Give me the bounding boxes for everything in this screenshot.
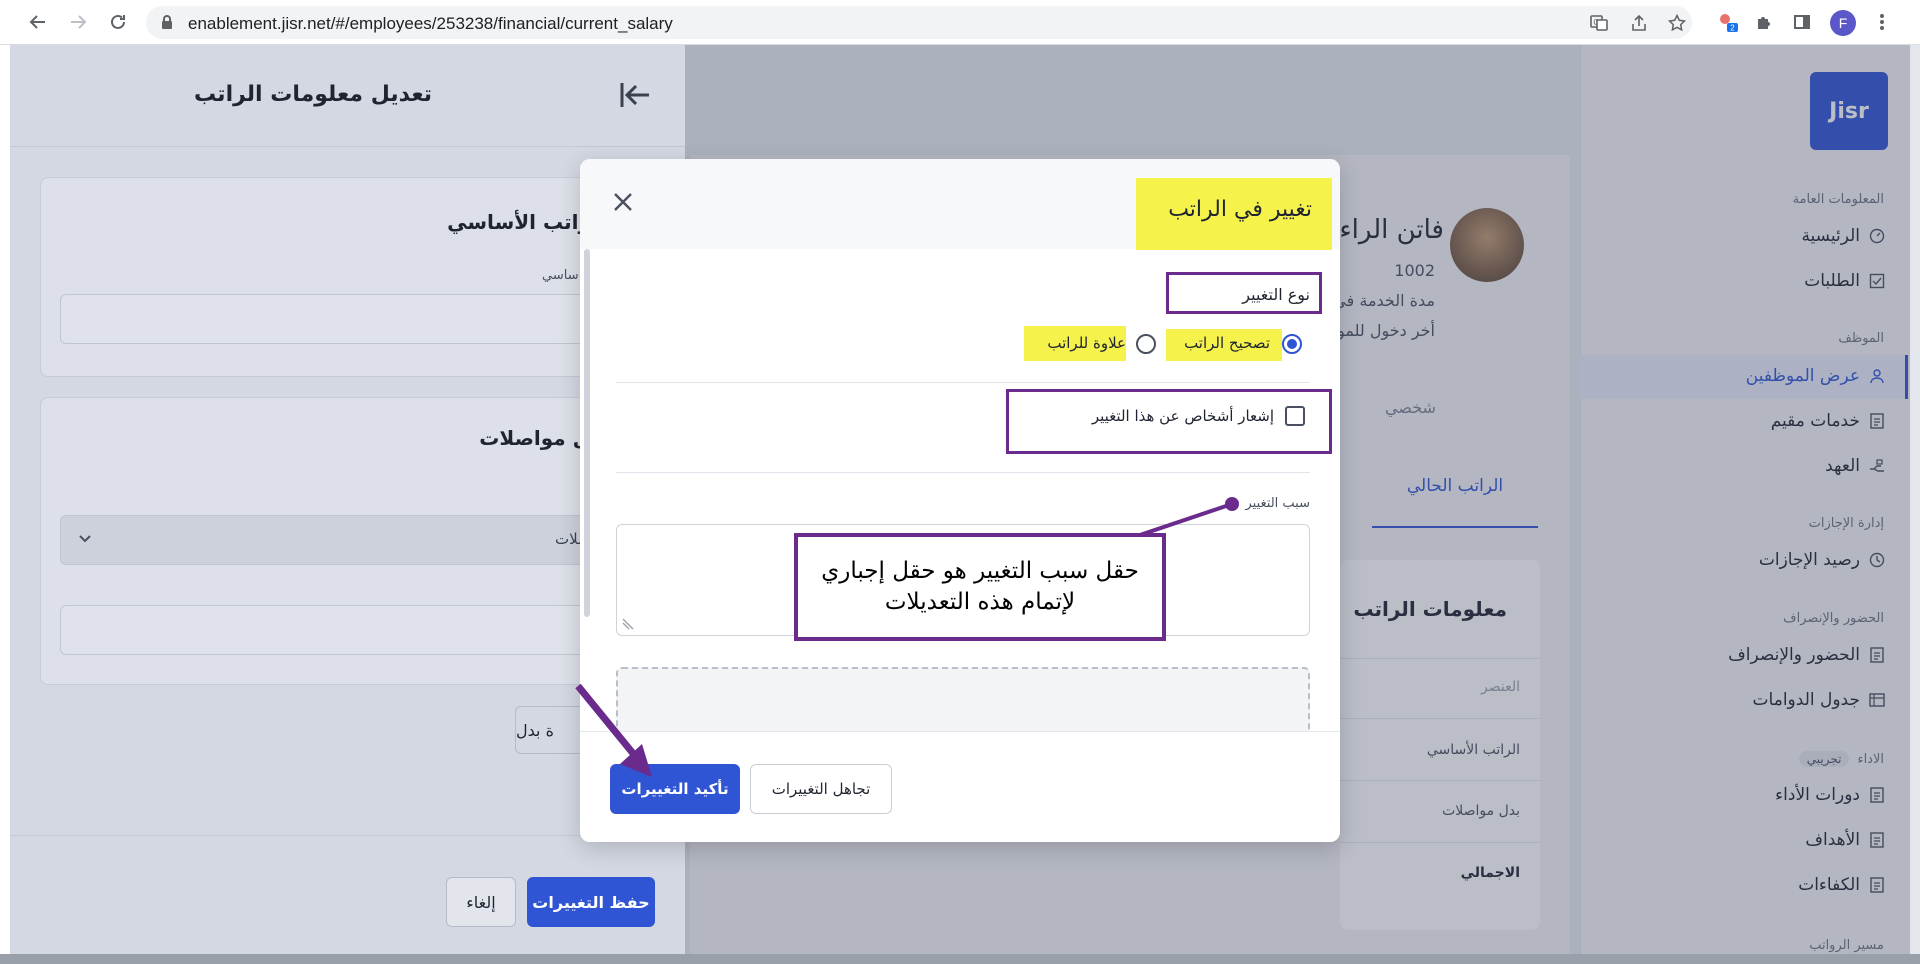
modal-title: تغيير في الراتب	[1168, 197, 1312, 222]
side-panel-icon[interactable]	[1788, 8, 1816, 36]
option-salary-correction[interactable]: تصحيح الراتب	[1184, 334, 1270, 352]
option-salary-raise[interactable]: علاوة للراتب	[1047, 334, 1126, 352]
panel-title: تعديل معلومات الراتب	[194, 82, 432, 107]
annotation-callout: حقل سبب التغيير هو حقل إجباري لإتمام هذه…	[794, 533, 1166, 641]
notify-checkbox[interactable]	[1285, 406, 1305, 426]
puzzle-icon[interactable]	[1750, 8, 1778, 36]
back-icon[interactable]	[24, 8, 52, 36]
share-icon[interactable]	[1626, 10, 1652, 36]
panel-header: تعديل معلومات الراتب	[10, 45, 685, 147]
chevron-down-icon	[77, 530, 93, 550]
transport-select[interactable]: اصلات	[60, 515, 640, 565]
window-left-edge	[0, 45, 10, 964]
collapse-arrow-icon[interactable]	[615, 75, 655, 115]
salary-change-modal: تغيير في الراتب نوع التغيير تصحيح الراتب…	[580, 159, 1340, 842]
section-divider	[616, 472, 1310, 473]
discard-changes-button[interactable]: تجاهل التغييرات	[750, 764, 892, 814]
lock-icon	[160, 14, 174, 34]
browser-toolbar: enablement.jisr.net/#/employees/253238/f…	[0, 0, 1920, 45]
callout-line-1: حقل سبب التغيير هو حقل إجباري	[821, 557, 1139, 584]
transport-amount-input[interactable]	[60, 605, 640, 655]
close-icon[interactable]	[606, 185, 640, 219]
extension-badge-icon[interactable]: 2	[1714, 8, 1742, 36]
address-bar[interactable]: enablement.jisr.net/#/employees/253238/f…	[146, 6, 1692, 39]
svg-text:2: 2	[1730, 24, 1735, 33]
change-reason-label: سبب التغيير	[1245, 496, 1311, 511]
callout-line-2: لإتمام هذه التعديلات	[884, 589, 1076, 615]
modal-scrollbar[interactable]	[584, 249, 590, 617]
change-type-label: نوع التغيير	[1242, 285, 1310, 304]
bookmark-star-icon[interactable]	[1664, 10, 1690, 36]
profile-avatar[interactable]: F	[1830, 10, 1856, 36]
notify-label[interactable]: إشعار أشخاص عن هذا التغيير	[1092, 407, 1274, 425]
transport-allowance-title: ل مواصلات	[479, 426, 590, 450]
cancel-button[interactable]: إلغاء	[446, 877, 516, 927]
radio-salary-correction[interactable]	[1282, 334, 1302, 354]
basic-salary-title: راتب الأساسي	[447, 210, 590, 234]
section-divider	[616, 382, 1310, 383]
resize-handle-icon[interactable]	[621, 617, 635, 631]
basic-salary-label: ساسي	[542, 268, 579, 283]
url-text: enablement.jisr.net/#/employees/253238/f…	[188, 14, 673, 33]
basic-salary-input[interactable]: 1	[60, 294, 640, 344]
radio-salary-raise[interactable]	[1136, 334, 1156, 354]
window-bottom-edge	[0, 954, 1920, 964]
reload-icon[interactable]	[104, 8, 132, 36]
menu-kebab-icon[interactable]	[1868, 8, 1896, 36]
forward-icon[interactable]	[64, 8, 92, 36]
confirm-changes-button[interactable]: تأكيد التغييرات	[610, 764, 740, 814]
save-changes-button[interactable]: حفظ التغييرات	[527, 877, 655, 927]
translate-icon[interactable]: G	[1586, 10, 1612, 36]
